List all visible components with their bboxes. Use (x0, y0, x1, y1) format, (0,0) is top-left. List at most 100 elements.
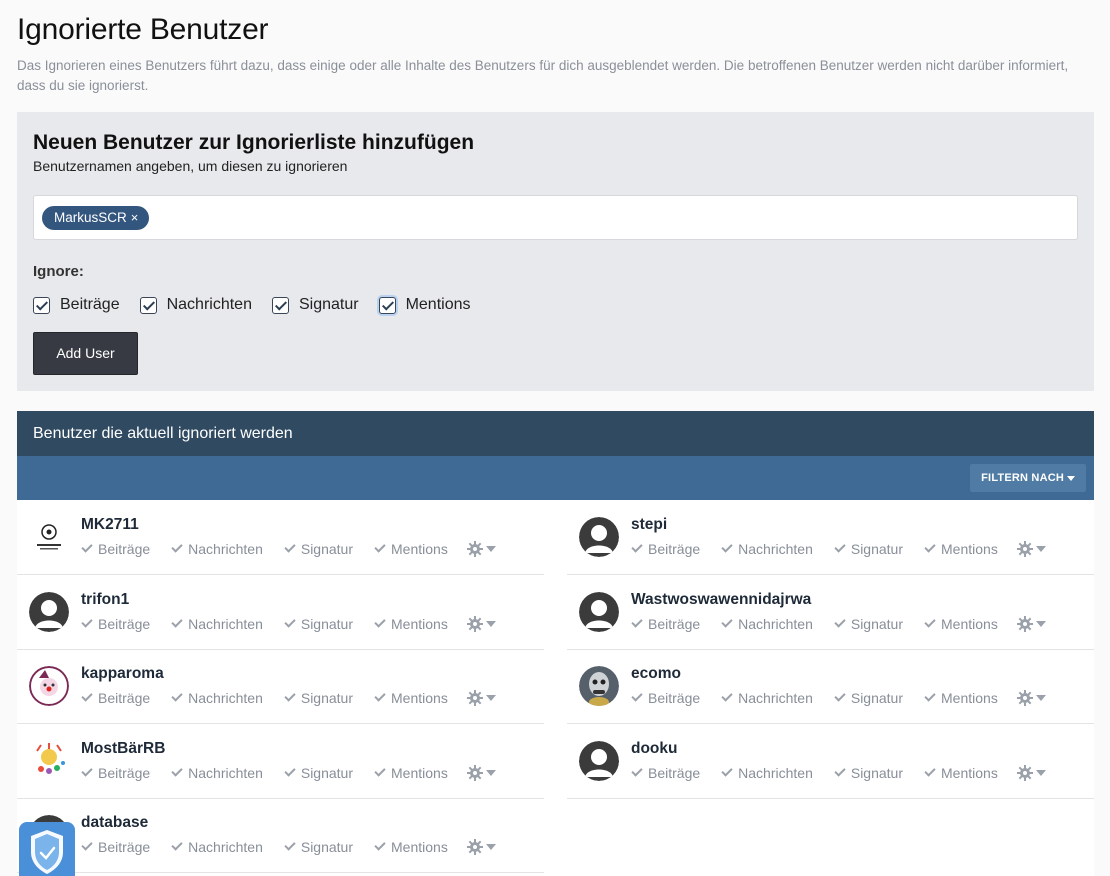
check-icon (374, 839, 386, 851)
avatar[interactable] (29, 740, 69, 781)
ignore-option-label: Beiträge (98, 839, 151, 855)
checkbox-label: Nachrichten (166, 296, 252, 313)
gear-icon[interactable] (466, 764, 496, 781)
check-icon (631, 764, 643, 777)
gear-icon[interactable] (1016, 690, 1046, 706)
ignore-option: Signatur (834, 765, 903, 781)
ignore-option-label: Nachrichten (738, 690, 813, 706)
check-icon (834, 541, 846, 553)
ignore-option: Signatur (834, 541, 903, 557)
avatar[interactable] (579, 517, 619, 557)
ignore-option: Beiträge (81, 541, 150, 557)
ignore-option-label: Signatur (300, 690, 354, 706)
ignore-option: Mentions (374, 765, 448, 781)
ignore-option-label: Beiträge (648, 541, 701, 557)
caret-down-icon (485, 695, 496, 701)
check-icon (81, 764, 93, 777)
ignore-option-label: Signatur (300, 839, 354, 855)
caret-down-icon (1067, 475, 1075, 481)
username-input[interactable]: MarkusSCR × (33, 195, 1078, 240)
username-link[interactable]: Wastwoswawennidajrwa (631, 591, 811, 609)
caret-down-icon (485, 769, 496, 776)
check-icon (284, 839, 296, 851)
shield-check-icon[interactable] (19, 822, 75, 876)
check-icon (284, 690, 296, 702)
checkbox-signatur[interactable]: Signatur (271, 296, 359, 314)
user-row: kapparoma Beiträge Nachrichten Signatur Ment… (17, 649, 544, 724)
ignore-option: Beiträge (631, 541, 700, 557)
username-link[interactable]: database (81, 814, 148, 832)
check-icon (374, 615, 386, 628)
ignore-option: Mentions (374, 839, 448, 855)
ignore-option-label: Beiträge (98, 690, 151, 706)
ignore-option: Nachrichten (721, 765, 813, 781)
remove-tag-icon[interactable]: × (131, 210, 139, 225)
username-link[interactable]: dooku (631, 740, 678, 758)
caret-down-icon (485, 844, 496, 850)
ignore-option-label: Mentions (941, 541, 998, 557)
caret-down-icon (1035, 620, 1046, 627)
ignore-option: Nachrichten (171, 616, 263, 632)
gear-icon[interactable] (466, 541, 496, 557)
page-title: Ignorierte Benutzer (17, 13, 269, 46)
username-link[interactable]: stepi (631, 516, 667, 534)
ignore-option-label: Mentions (941, 615, 998, 632)
username-link[interactable]: trifon1 (81, 591, 129, 609)
ignore-option-label: Signatur (300, 764, 354, 781)
checkbox-nachrichten[interactable]: Nachrichten (139, 296, 252, 314)
caret-down-icon (485, 546, 496, 552)
filter-button[interactable]: FILTERN NACH (970, 464, 1086, 492)
gear-icon[interactable] (466, 615, 496, 632)
avatar[interactable] (29, 517, 69, 557)
avatar[interactable] (29, 666, 69, 706)
avatar[interactable] (579, 591, 619, 632)
username-tag-label: MarkusSCR (54, 210, 127, 225)
username-link[interactable]: kapparoma (81, 665, 164, 683)
gear-icon[interactable] (466, 690, 496, 706)
add-user-button[interactable]: Add User (33, 332, 138, 375)
ignore-option-label: Beiträge (98, 764, 151, 781)
check-icon (631, 541, 643, 553)
check-icon (834, 764, 846, 777)
check-icon (171, 764, 183, 777)
user-row: Wastwoswawennidajrwa Beiträge Nachrichten S… (567, 575, 1094, 650)
username-link[interactable]: MostBärRB (81, 740, 165, 758)
gear-icon[interactable] (1016, 764, 1046, 781)
ignore-option-label: Nachrichten (738, 764, 813, 781)
check-icon (721, 615, 733, 628)
checkbox-beitraege[interactable]: Beiträge (33, 296, 120, 314)
ignore-option: Nachrichten (721, 690, 813, 706)
check-icon (834, 690, 846, 702)
checkbox-mentions[interactable]: Mentions (378, 296, 470, 314)
username-link[interactable]: ecomo (631, 665, 681, 683)
ignore-option: Beiträge (81, 616, 150, 632)
check-icon (924, 690, 936, 702)
caret-down-icon (1035, 546, 1046, 552)
check-icon (924, 541, 936, 553)
ignore-option-label: Mentions (941, 690, 998, 706)
checkbox-checked-icon[interactable] (271, 296, 289, 314)
filter-label: FILTERN NACH (981, 472, 1064, 484)
add-user-subtitle: Benutzernamen angeben, um diesen zu igno… (33, 158, 348, 174)
ignored-users-list: MK2711 Beiträge Nachrichten Signatur Mention… (17, 500, 1094, 876)
checkbox-checked-icon[interactable] (33, 296, 50, 314)
ignore-option: Signatur (284, 616, 353, 632)
user-row: ecomo Beiträge Nachrichten Signatur Mentions (567, 649, 1094, 724)
check-icon (171, 690, 183, 702)
avatar[interactable] (579, 740, 619, 781)
checkbox-checked-icon[interactable] (139, 296, 157, 314)
checkbox-checked-icon[interactable] (378, 296, 396, 314)
ignore-option: Mentions (924, 616, 998, 632)
user-row: trifon1 Beiträge Nachrichten Signatur Mentio… (17, 575, 544, 650)
gear-icon[interactable] (1016, 541, 1046, 557)
ignore-option: Beiträge (81, 690, 150, 706)
username-link[interactable]: MK2711 (81, 516, 139, 534)
user-row: stepi Beiträge Nachrichten Signatur Mentions (567, 500, 1094, 575)
check-icon (171, 541, 183, 553)
gear-icon[interactable] (1016, 615, 1046, 632)
avatar[interactable] (579, 666, 619, 706)
ignore-option: Nachrichten (171, 541, 263, 557)
gear-icon[interactable] (466, 839, 496, 855)
avatar[interactable] (29, 591, 69, 632)
ignore-option: Beiträge (631, 690, 700, 706)
